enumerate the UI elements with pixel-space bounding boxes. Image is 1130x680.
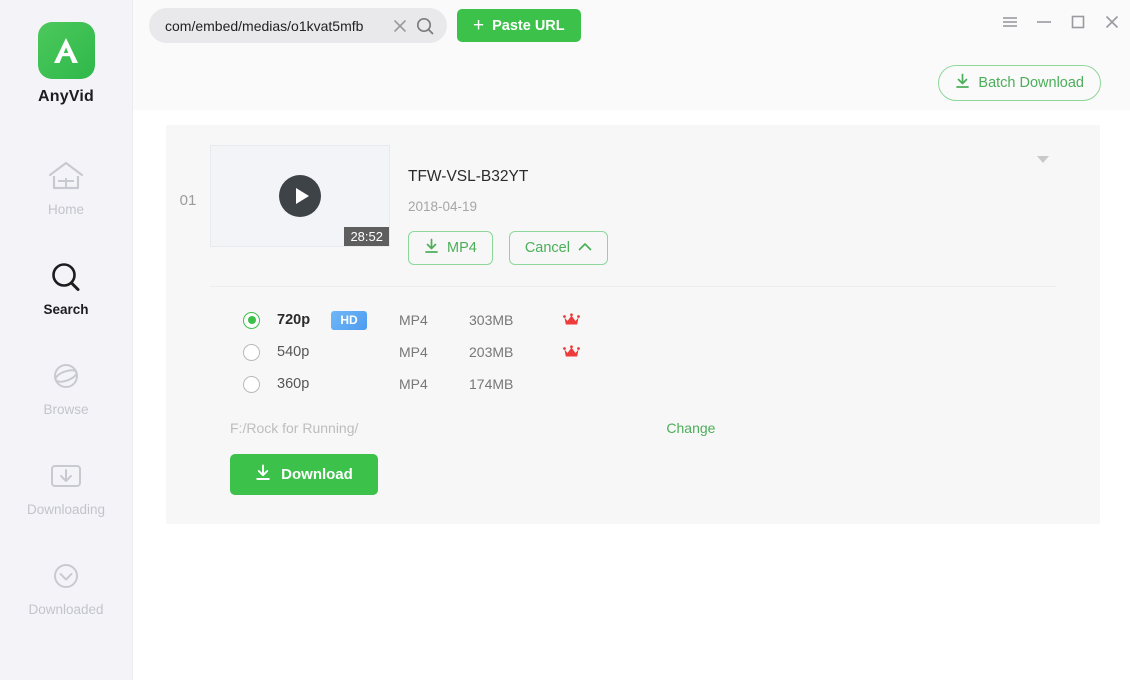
quality-format: MP4 (399, 312, 428, 328)
sidebar-item-label: Downloading (26, 502, 106, 517)
quality-row[interactable]: 540p MP4 203MB (166, 336, 1100, 368)
video-date: 2018-04-19 (408, 199, 478, 214)
premium-crown-icon (559, 313, 583, 327)
sidebar-item-downloading[interactable]: Downloading (0, 454, 132, 554)
brand: AnyVid (37, 22, 95, 106)
check-circle-icon (47, 554, 85, 600)
top-bar: + Paste URL (133, 0, 1130, 110)
anyvid-logo-icon (37, 22, 95, 79)
video-card-header: 01 28:52 TFW-VSL-B32YT 2018-04-19 MP4 Ca… (166, 125, 1100, 265)
quality-resolution: 360p (277, 376, 310, 392)
hd-badge-placeholder (331, 375, 367, 394)
quality-format: MP4 (399, 376, 428, 392)
quality-row[interactable]: 360p MP4 174MB (166, 368, 1100, 400)
globe-icon (47, 354, 85, 400)
sidebar-nav: Home Search Browse Downloading Downloade… (0, 154, 132, 654)
sidebar-item-search[interactable]: Search (0, 254, 132, 354)
format-mp4-button[interactable]: MP4 (408, 231, 493, 265)
download-icon (255, 464, 271, 485)
plus-icon: + (473, 15, 485, 36)
logo-glyph-icon (54, 37, 78, 63)
sidebar-item-downloaded[interactable]: Downloaded (0, 554, 132, 654)
video-action-buttons: MP4 Cancel (408, 231, 608, 265)
change-path-link[interactable]: Change (666, 420, 715, 436)
url-search-bar[interactable] (149, 8, 447, 43)
close-icon[interactable] (1104, 14, 1120, 30)
sidebar-item-browse[interactable]: Browse (0, 354, 132, 454)
video-title: TFW-VSL-B32YT (408, 168, 529, 185)
quality-resolution: 720p (277, 312, 311, 328)
video-meta: TFW-VSL-B32YT 2018-04-19 MP4 Cancel (408, 145, 608, 265)
maximize-icon[interactable] (1070, 14, 1086, 30)
video-card: 01 28:52 TFW-VSL-B32YT 2018-04-19 MP4 Ca… (166, 125, 1100, 524)
brand-name: AnyVid (37, 88, 95, 105)
quality-radio[interactable] (243, 375, 260, 393)
format-mp4-label: MP4 (447, 240, 477, 256)
quality-format: MP4 (399, 344, 428, 360)
save-path-text: F:/Rock for Running/ (230, 420, 359, 436)
sidebar-item-label: Search (43, 302, 89, 317)
play-triangle-icon (295, 188, 309, 204)
quality-row[interactable]: 720p HD MP4 303MB (166, 304, 1100, 336)
cancel-button[interactable]: Cancel (508, 231, 608, 265)
search-icon (47, 254, 85, 300)
home-icon (47, 154, 85, 200)
download-box-icon (47, 454, 85, 500)
cancel-label: Cancel (524, 240, 570, 256)
quality-options-list: 720p HD MP4 303MB 540p MP4 203MB 360p MP… (166, 287, 1100, 400)
close-icon[interactable] (391, 17, 409, 35)
quality-size: 303MB (469, 312, 514, 328)
menu-icon[interactable] (1002, 14, 1018, 30)
main-content: + Paste URL (133, 0, 1130, 680)
save-path-row: F:/Rock for Running/ Change (166, 420, 1100, 436)
duration-badge: 28:52 (344, 227, 389, 246)
batch-download-label: Batch Download (978, 75, 1084, 91)
window-controls (1002, 14, 1120, 30)
chevron-up-icon (578, 240, 592, 256)
paste-url-label: Paste URL (492, 17, 565, 34)
hd-badge: HD (331, 310, 367, 330)
sidebar-item-label: Home (47, 202, 84, 217)
sidebar: AnyVid Home Search Browse Downloading Do… (0, 0, 133, 680)
chevron-down-triangle (1037, 155, 1049, 163)
video-thumbnail[interactable]: 28:52 (210, 145, 390, 247)
premium-crown-icon (559, 345, 583, 359)
download-button[interactable]: Download (230, 454, 378, 495)
search-input[interactable] (165, 17, 391, 34)
play-icon[interactable] (279, 175, 321, 217)
quality-radio[interactable] (243, 343, 260, 361)
download-icon (424, 238, 439, 258)
chevron-down-icon[interactable] (1034, 150, 1052, 168)
minimize-icon[interactable] (1036, 14, 1052, 30)
batch-download-button[interactable]: Batch Download (938, 65, 1101, 101)
app-window: AnyVid Home Search Browse Downloading Do… (0, 0, 1130, 680)
search-icon[interactable] (415, 16, 435, 36)
sidebar-item-label: Downloaded (28, 602, 104, 617)
sidebar-item-home[interactable]: Home (0, 154, 132, 254)
quality-resolution: 540p (277, 344, 310, 360)
download-label: Download (281, 466, 353, 483)
quality-size: 203MB (469, 344, 514, 360)
quality-size: 174MB (469, 376, 514, 392)
hd-badge-placeholder (331, 343, 367, 362)
video-index: 01 (179, 192, 197, 209)
quality-radio[interactable] (243, 311, 260, 329)
download-icon (955, 73, 970, 93)
paste-url-button[interactable]: + Paste URL (457, 9, 581, 42)
sidebar-item-label: Browse (43, 402, 89, 417)
